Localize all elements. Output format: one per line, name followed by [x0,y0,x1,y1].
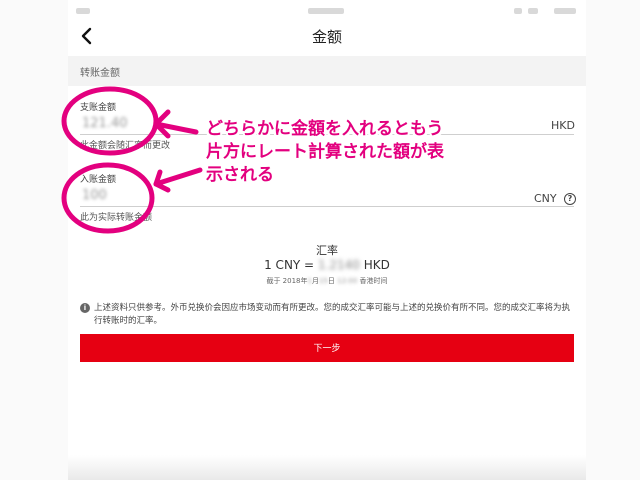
exchange-rate-timestamp: 截于 2018年 1 月 15 日 12:00 香港时间 [68,276,586,286]
app-screen: 金额 转账金额 支账金额 121.40 HKD 此金额会随汇率而更改 入账金额 … [68,0,586,480]
rate-number: 1.2140 [317,258,360,272]
debit-amount-hint: 此金额会随汇率而更改 [80,141,171,151]
debit-currency: HKD [551,119,575,132]
rate-time-suffix: 香港时间 [357,277,388,285]
status-bar [68,0,586,22]
right-margin [586,0,640,480]
annotation-line-3: 示される [206,165,274,185]
disclaimer-text: 上述资料只供参考。外币兑换价会因应市场变动而有所更改。您的成交汇率可能与上述的兑… [94,303,571,326]
rate-time-day: 15 [318,277,328,285]
next-button[interactable]: 下一步 [80,334,574,362]
annotation-line-2: 片方にレート計算された額が表 [206,142,444,162]
section-title: 转账金额 [80,68,120,79]
rate-prefix: 1 CNY = [264,258,318,272]
credit-amount-hint: 此为实际转账金额 [80,213,153,223]
rate-time-clock: 12:00 [337,277,358,285]
credit-field-underline [80,206,574,207]
nav-bar: 金额 [68,22,586,54]
debit-amount-input[interactable]: 121.40 [82,116,128,131]
exchange-rate-title: 汇率 [316,244,338,257]
carrier-indicator [76,8,90,14]
left-margin [0,0,68,480]
annotation-text: どちらかに金額を入れるともう 片方にレート計算された額が表 示される [206,118,444,187]
page-title: 金额 [311,28,342,46]
disclaimer: i 上述资料只供参考。外币兑换价会因应市场变动而有所更改。您的成交汇率可能与上述… [80,302,576,328]
credit-amount-input[interactable]: 100 [82,188,107,203]
rate-time-month: 1 [307,277,312,285]
rate-time-prefix: 截于 2018年 [266,277,308,285]
credit-amount-label: 入账金额 [80,175,117,185]
signal-icon [514,8,522,14]
bluetooth-icon [528,8,538,14]
battery-icon [554,8,576,14]
section-header: 转账金额 [68,56,586,86]
info-icon: i [80,303,90,313]
credit-currency: CNY [534,192,557,205]
rate-suffix: HKD [359,258,390,272]
debit-amount-label: 支账金额 [80,103,117,113]
bottom-edge [68,455,586,480]
clock-indicator [308,8,344,14]
rate-time-month-unit: 月 [311,277,319,285]
rate-time-day-unit: 日 [327,277,338,285]
annotation-line-1: どちらかに金額を入れるともう [206,119,444,139]
exchange-rate-value: 1 CNY = 1.2140 HKD [68,258,586,272]
help-icon[interactable]: ? [564,193,576,205]
